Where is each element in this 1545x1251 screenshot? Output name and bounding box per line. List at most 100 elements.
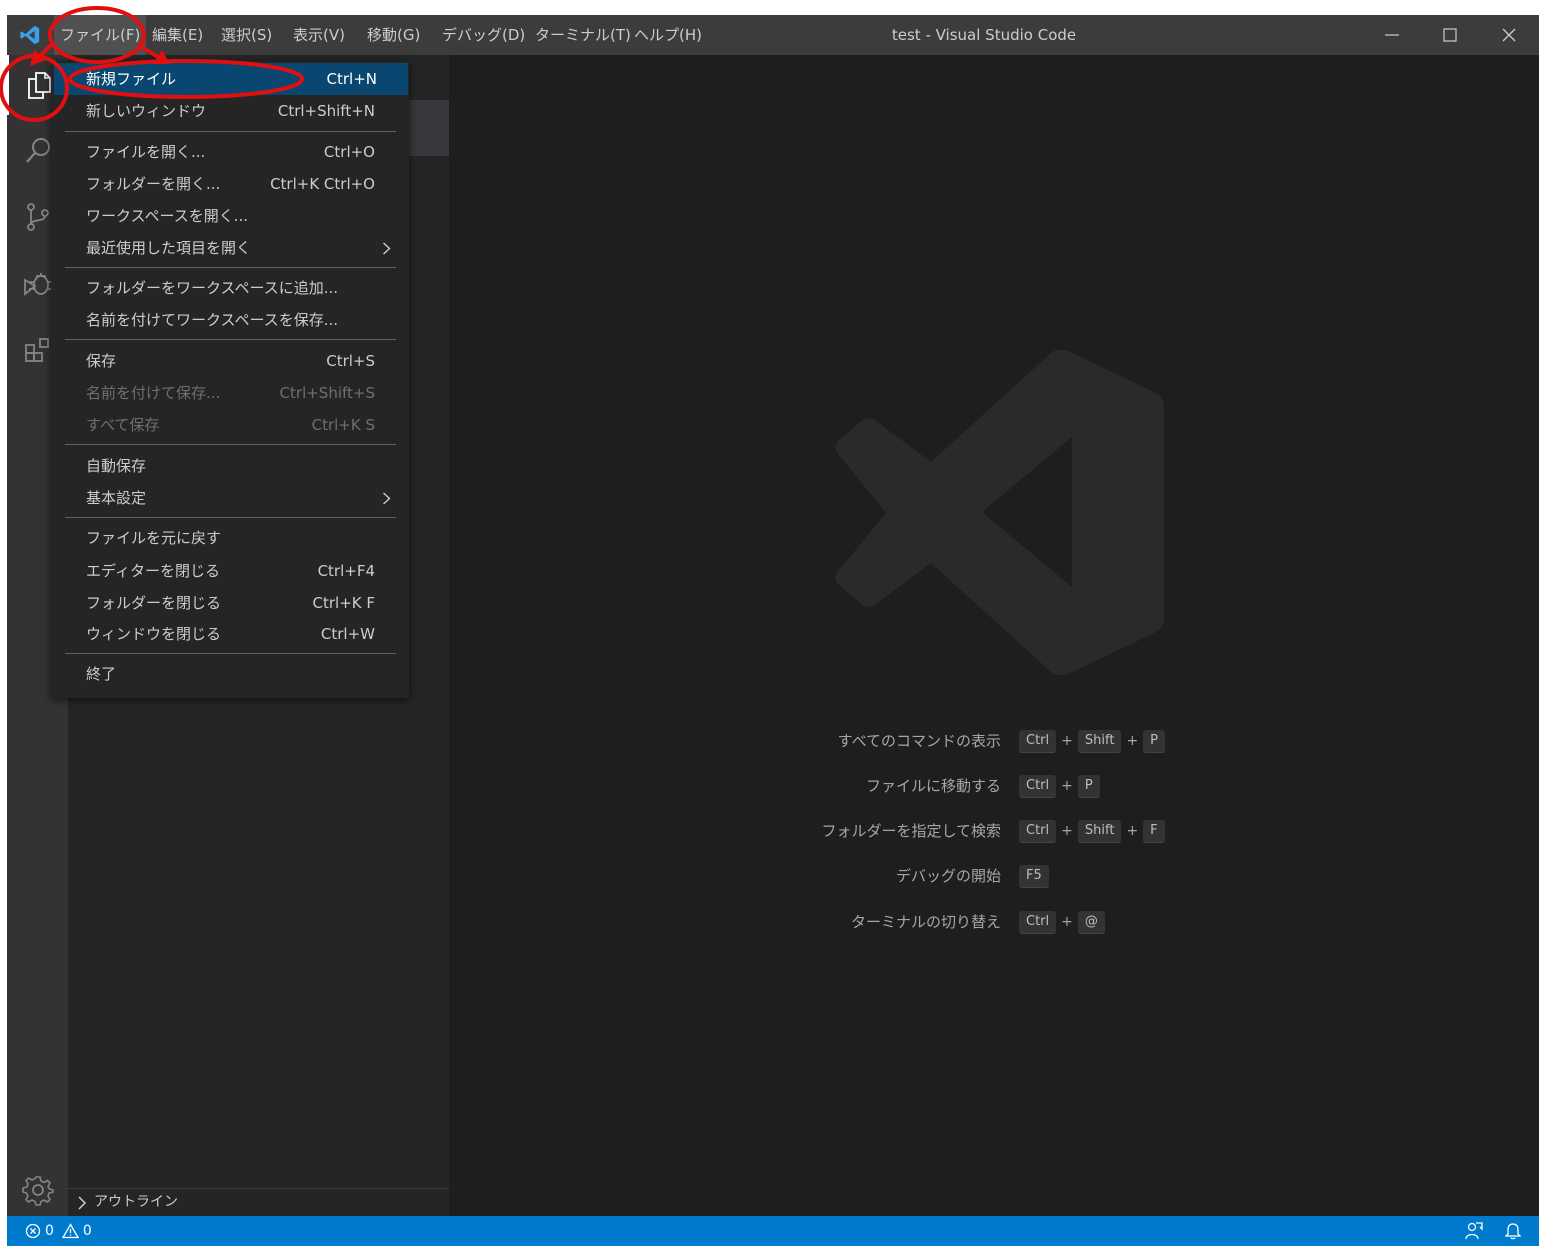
minimize-button[interactable] xyxy=(1363,15,1421,55)
menu-item-save[interactable]: 保存 Ctrl+S xyxy=(51,345,409,377)
menu-item-label: ファイルを元に戻す xyxy=(86,529,222,547)
menu-item-label: フォルダーを開く... xyxy=(86,175,221,193)
menu-item-label: 保存 xyxy=(86,352,117,370)
menu-item-shortcut: Ctrl+O xyxy=(323,143,375,161)
menu-item-new-file[interactable]: 新規ファイル Ctrl+N xyxy=(54,63,408,95)
menu-item-save-as: 名前を付けて保存... Ctrl+Shift+S xyxy=(51,377,409,409)
shortcut-row: フォルダーを指定して検索 Ctrl + Shift + F xyxy=(449,818,1539,844)
menu-item-label: ファイルを開く... xyxy=(86,143,206,161)
menu-separator xyxy=(65,131,396,132)
menu-go[interactable]: 移動(G) xyxy=(361,15,426,55)
menu-item-close-folder[interactable]: フォルダーを閉じる Ctrl+K F xyxy=(51,587,409,619)
error-count: 0 xyxy=(45,1223,54,1239)
file-menu-dropdown: 新規ファイル Ctrl+N 新しいウィンドウ Ctrl+Shift+N ファイル… xyxy=(51,61,409,698)
keycap: Ctrl xyxy=(1019,774,1057,798)
vscode-window: ファイル(F) 編集(E) 選択(S) 表示(V) 移動(G) デバッグ(D) … xyxy=(7,15,1539,1246)
menu-separator xyxy=(65,653,396,654)
menu-item-exit[interactable]: 終了 xyxy=(51,658,409,690)
source-control-icon xyxy=(26,203,49,231)
shortcut-label: フォルダーを指定して検索 xyxy=(821,822,1001,840)
keycap: F xyxy=(1143,819,1165,843)
vscode-watermark-icon xyxy=(835,350,1164,675)
menu-item-open-file[interactable]: ファイルを開く... Ctrl+O xyxy=(51,136,409,168)
menu-item-shortcut: Ctrl+Shift+N xyxy=(277,102,375,120)
menu-item-shortcut: Ctrl+F4 xyxy=(317,562,375,580)
chevron-right-icon xyxy=(383,492,391,505)
menu-item-revert-file[interactable]: ファイルを元に戻す xyxy=(51,522,409,554)
keycap: Ctrl xyxy=(1019,819,1057,843)
shortcut-label: デバッグの開始 xyxy=(895,867,1001,885)
keycap: F5 xyxy=(1019,864,1049,888)
shortcut-row: ファイルに移動する Ctrl + P xyxy=(449,773,1539,799)
close-button[interactable] xyxy=(1480,15,1538,55)
menu-item-shortcut: Ctrl+N xyxy=(326,70,377,88)
menu-item-close-editor[interactable]: エディターを閉じる Ctrl+F4 xyxy=(51,555,409,587)
status-bar: 0 0 xyxy=(7,1216,1539,1246)
menu-terminal[interactable]: ターミナル(T) xyxy=(529,15,637,55)
shortcut-row: デバッグの開始 F5 xyxy=(449,863,1539,889)
shortcut-row: すべてのコマンドの表示 Ctrl + Shift + P xyxy=(449,728,1539,754)
menu-item-label: 名前を付けてワークスペースを保存... xyxy=(86,311,339,329)
menu-item-label: 名前を付けて保存... xyxy=(86,384,221,402)
menu-item-new-window[interactable]: 新しいウィンドウ Ctrl+Shift+N xyxy=(51,95,409,127)
shortcut-keys: Ctrl + Shift + P xyxy=(1019,729,1166,753)
menu-item-save-all: すべて保存 Ctrl+K S xyxy=(51,409,409,441)
menu-item-open-folder[interactable]: フォルダーを開く... Ctrl+K Ctrl+O xyxy=(51,168,409,200)
menu-item-close-window[interactable]: ウィンドウを閉じる Ctrl+W xyxy=(51,618,409,650)
shortcut-label: ターミナルの切り替え xyxy=(850,913,1001,931)
menu-view[interactable]: 表示(V) xyxy=(287,15,351,55)
feedback-icon[interactable] xyxy=(1465,1222,1483,1240)
menu-edit[interactable]: 編集(E) xyxy=(146,15,209,55)
warning-count: 0 xyxy=(82,1223,92,1239)
menu-item-add-folder-to-workspace[interactable]: フォルダーをワークスペースに追加... xyxy=(51,272,409,304)
problems-indicator[interactable]: 0 0 xyxy=(25,1216,92,1246)
menu-item-save-workspace-as[interactable]: 名前を付けてワークスペースを保存... xyxy=(51,304,409,336)
menu-item-preferences[interactable]: 基本設定 xyxy=(51,482,409,514)
menu-item-open-recent[interactable]: 最近使用した項目を開く xyxy=(51,232,409,264)
outline-section-header[interactable]: アウトライン xyxy=(68,1188,449,1216)
menu-item-auto-save[interactable]: 自動保存 xyxy=(51,450,409,482)
menu-item-label: ウィンドウを閉じる xyxy=(86,625,222,643)
shortcut-label: ファイルに移動する xyxy=(865,777,1001,795)
error-icon xyxy=(25,1223,41,1239)
menu-item-label: フォルダーをワークスペースに追加... xyxy=(86,279,339,297)
maximize-button[interactable] xyxy=(1421,15,1479,55)
menu-selection[interactable]: 選択(S) xyxy=(215,15,278,55)
notifications-bell-icon[interactable] xyxy=(1505,1222,1521,1240)
shortcut-keys: Ctrl + P xyxy=(1019,774,1100,798)
menu-item-label: エディターを閉じる xyxy=(86,562,220,580)
menu-item-open-workspace[interactable]: ワークスペースを開く... xyxy=(51,200,409,232)
menu-item-shortcut: Ctrl+K S xyxy=(311,416,375,434)
menu-item-shortcut: Ctrl+K Ctrl+O xyxy=(270,175,375,193)
keycap: @ xyxy=(1077,910,1105,934)
settings-gear-icon xyxy=(21,1176,54,1206)
menu-item-label: 新しいウィンドウ xyxy=(86,102,207,120)
menu-item-shortcut: Ctrl+W xyxy=(320,625,375,643)
minimize-icon xyxy=(1385,34,1399,36)
menu-separator xyxy=(65,444,396,445)
menu-item-shortcut: Ctrl+K F xyxy=(312,594,376,612)
menu-debug[interactable]: デバッグ(D) xyxy=(436,15,531,55)
keycap: P xyxy=(1143,729,1166,753)
menu-item-label: ワークスペースを開く... xyxy=(86,207,249,225)
menu-item-label: 新規ファイル xyxy=(86,70,177,88)
menu-separator xyxy=(65,339,396,340)
debug-icon xyxy=(23,273,53,296)
activity-settings[interactable] xyxy=(7,1160,68,1220)
keycap: Shift xyxy=(1077,729,1122,753)
menu-help[interactable]: ヘルプ(H) xyxy=(628,15,708,55)
vscode-logo-icon xyxy=(20,25,40,45)
keycap: P xyxy=(1077,774,1100,798)
menu-item-label: 終了 xyxy=(86,665,117,683)
window-title: test - Visual Studio Code xyxy=(891,26,1077,44)
menu-item-label: 最近使用した項目を開く xyxy=(86,239,252,257)
shortcut-label: すべてのコマンドの表示 xyxy=(837,732,1001,750)
explorer-icon xyxy=(27,72,51,99)
menu-file[interactable]: ファイル(F) xyxy=(54,15,147,55)
maximize-icon xyxy=(1443,28,1457,42)
menu-separator xyxy=(65,517,396,518)
warning-icon xyxy=(61,1223,79,1239)
editor-area: すべてのコマンドの表示 Ctrl + Shift + P ファイルに移動する Ctr… xyxy=(449,55,1539,1216)
chevron-right-icon xyxy=(383,242,391,255)
menu-item-shortcut: Ctrl+Shift+S xyxy=(279,384,375,402)
